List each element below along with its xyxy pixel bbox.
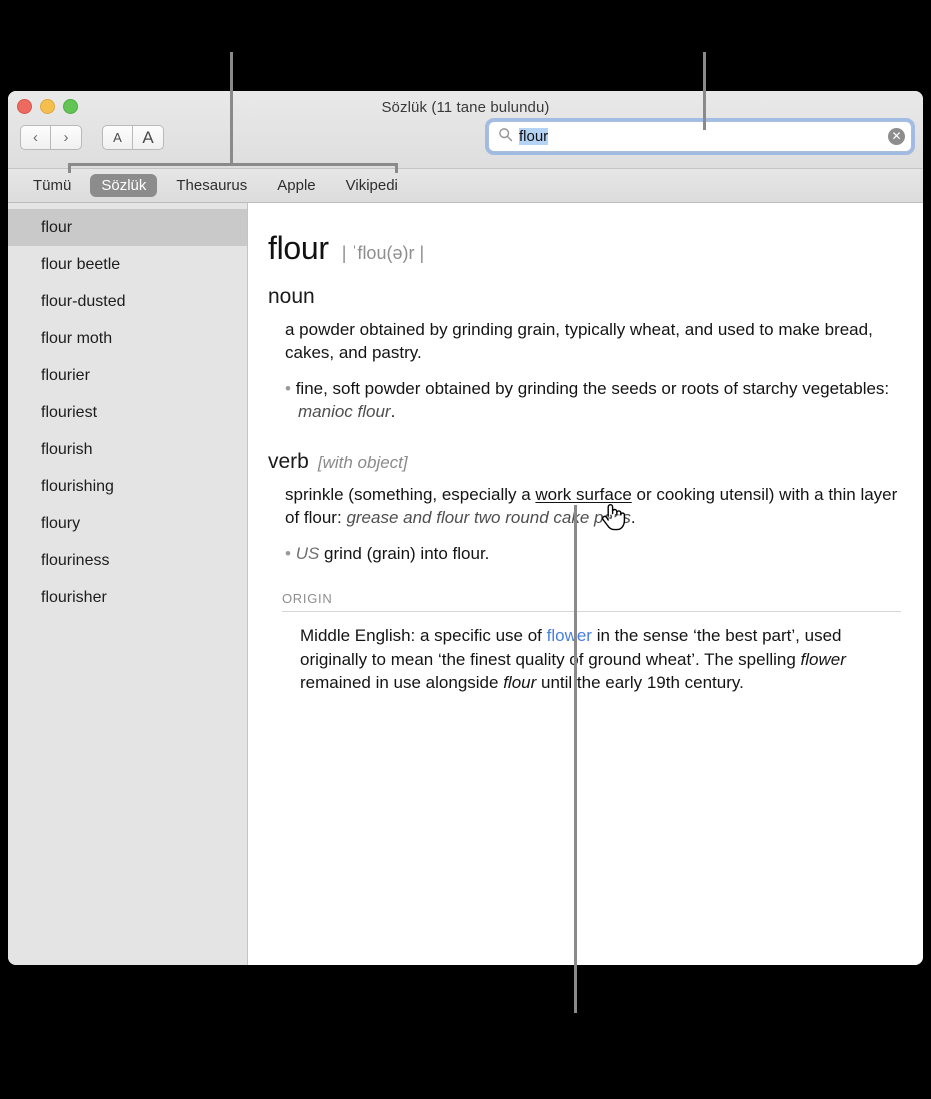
callout-bracket-tabbar	[68, 163, 398, 166]
part-of-speech-noun: noun	[268, 285, 901, 309]
decrease-font-size-button[interactable]: A	[102, 125, 133, 150]
search-icon	[498, 127, 513, 147]
sidebar-item-flourier[interactable]: flourier	[8, 357, 247, 394]
chevron-right-icon: ›	[63, 129, 69, 146]
pos-note-verb: [with object]	[317, 452, 408, 472]
origin-heading: ORIGIN	[282, 591, 333, 607]
sidebar-item-flouriness[interactable]: flouriness	[8, 542, 247, 579]
sidebar-item-flourisher[interactable]: flourisher	[8, 579, 247, 616]
origin-text: Middle English: a specific use of flower…	[300, 624, 901, 694]
origin-divider	[282, 611, 901, 613]
part-of-speech-verb: verb [with object]	[268, 450, 901, 474]
origin-link-flower[interactable]: flower	[547, 626, 592, 645]
results-sidebar[interactable]: flour flour beetle flour-dusted flour mo…	[8, 203, 248, 965]
definition-pane: flour | ˈflou(ə)r | noun a powder obtain…	[248, 203, 923, 965]
sidebar-item-floury[interactable]: floury	[8, 505, 247, 542]
increase-font-size-button[interactable]: A	[133, 125, 164, 150]
noun-subsense-1-text: fine, soft powder obtained by grinding t…	[295, 378, 890, 398]
tab-tumu[interactable]: Tümü	[22, 174, 82, 197]
search-input[interactable]: flour	[519, 128, 888, 145]
pos-label-noun: noun	[268, 285, 315, 308]
sidebar-item-flour-moth[interactable]: flour moth	[8, 320, 247, 357]
tab-vikipedi[interactable]: Vikipedi	[335, 174, 409, 197]
verb-subsense-1: • US grind (grain) into flour.	[285, 542, 901, 565]
callout-line-tabbar-vertical	[230, 52, 233, 166]
headword-row: flour | ˈflou(ə)r |	[268, 230, 901, 267]
regional-label-us: US	[295, 543, 320, 563]
verb-sense-1-example: grease and flour two round cake pans	[346, 508, 631, 528]
bullet-icon: •	[285, 543, 291, 563]
origin-italic-flower: flower	[800, 649, 846, 669]
noun-subsense-1-example: manioc flour	[298, 402, 391, 422]
verb-subsense-1-text: grind (grain) into flour.	[324, 543, 490, 563]
pos-label-verb: verb	[268, 449, 309, 473]
search-input-value: flour	[519, 128, 549, 145]
cross-reference-work-surface[interactable]: work surface	[535, 485, 631, 504]
verb-sense-1-tail: .	[630, 508, 636, 528]
chevron-left-icon: ‹	[33, 129, 38, 146]
origin-part-4: until the early 19th century.	[536, 673, 744, 693]
sidebar-item-flour-beetle[interactable]: flour beetle	[8, 246, 247, 283]
toolbar-left: ‹ › A A	[20, 125, 164, 150]
callout-bracket-tip-left	[68, 163, 71, 173]
origin-italic-flour: flour	[503, 673, 537, 693]
origin-part-1: Middle English: a specific use of	[300, 626, 547, 646]
sidebar-item-flour-dusted[interactable]: flour-dusted	[8, 283, 247, 320]
origin-part-3: remained in use alongside	[300, 673, 504, 693]
window-title: Sözlük (11 tane bulundu)	[381, 99, 550, 116]
sidebar-item-flouriest[interactable]: flouriest	[8, 394, 247, 431]
tab-thesaurus[interactable]: Thesaurus	[165, 174, 258, 197]
clear-search-icon[interactable]: ✕	[888, 128, 905, 145]
noun-subsense-1-tail: .	[390, 402, 396, 422]
search-field[interactable]: flour ✕	[488, 121, 912, 152]
verb-sense-1-pre: sprinkle (something, especially a	[285, 484, 536, 504]
sidebar-item-flourish[interactable]: flourish	[8, 431, 247, 468]
bullet-icon: •	[285, 378, 291, 398]
small-a-icon: A	[113, 130, 122, 145]
noun-subsense-1: • fine, soft powder obtained by grinding…	[285, 377, 901, 424]
navigation-segmented-control: ‹ ›	[20, 125, 82, 150]
dictionary-window: Sözlük (11 tane bulundu) ‹ › A A flour ✕…	[8, 91, 923, 965]
source-tabbar: Tümü Sözlük Thesaurus Apple Vikipedi	[8, 169, 923, 203]
callout-line-search-vertical	[703, 52, 706, 130]
noun-sense-1: a powder obtained by grinding grain, typ…	[285, 320, 873, 363]
back-button[interactable]: ‹	[20, 125, 51, 150]
tab-apple[interactable]: Apple	[266, 174, 326, 197]
window-body: flour flour beetle flour-dusted flour mo…	[8, 203, 923, 965]
callout-line-xref-vertical	[574, 505, 577, 1013]
verb-sense-1: sprinkle (something, especially a work s…	[285, 483, 901, 530]
forward-button[interactable]: ›	[51, 125, 82, 150]
sidebar-item-flourishing[interactable]: flourishing	[8, 468, 247, 505]
font-size-segmented-control: A A	[102, 125, 164, 150]
phonetic-spelling: | ˈflou(ə)r |	[341, 243, 425, 263]
sidebar-item-flour[interactable]: flour	[8, 209, 247, 246]
large-a-icon: A	[142, 127, 154, 147]
headword: flour	[268, 230, 329, 266]
titlebar: Sözlük (11 tane bulundu) ‹ › A A flour ✕	[8, 91, 923, 169]
callout-bracket-tip-right	[395, 163, 398, 173]
tab-sozluk[interactable]: Sözlük	[90, 174, 158, 197]
